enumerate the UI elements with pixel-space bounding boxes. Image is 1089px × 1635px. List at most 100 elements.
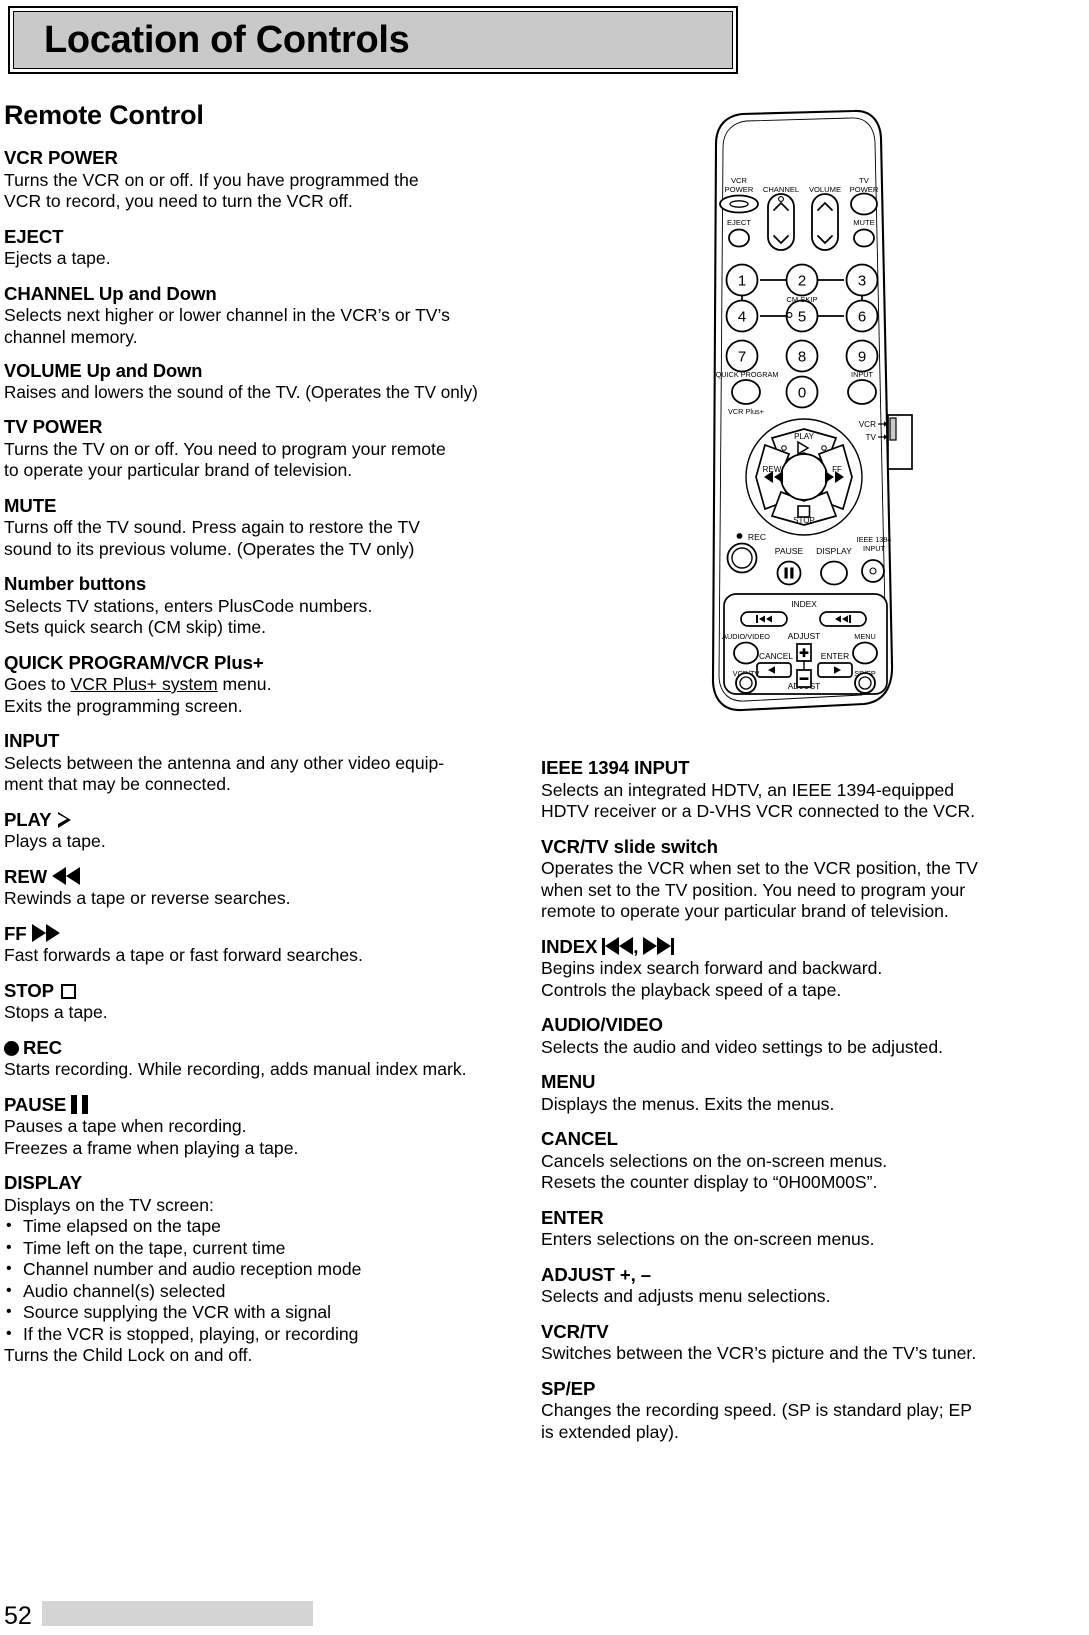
body-line: Turns the Child Lock on and off. xyxy=(4,1345,253,1365)
fast-forward-double-right-triangle-icon xyxy=(31,923,46,942)
body-line: Selects the audio and video settings to … xyxy=(541,1036,944,1057)
entry-title: CHANNEL Up and Down xyxy=(4,282,217,304)
body-line: Selects between the antenna and any othe… xyxy=(4,752,445,773)
index-separator: , xyxy=(633,935,644,957)
sp-ep-button-inner xyxy=(858,676,872,690)
body-line: to operate your particular brand of tele… xyxy=(4,460,353,480)
body-line: Stops a tape. xyxy=(4,1002,108,1022)
input-button[interactable] xyxy=(847,379,877,405)
pause-button[interactable] xyxy=(776,560,802,586)
label-adjust-top: ADJUST xyxy=(788,631,821,641)
body-line: Sets quick search (CM skip) time. xyxy=(4,617,267,637)
entry-enter: ENTER Enters selections on the on-screen… xyxy=(541,1207,1071,1251)
entry-body: Selects between the antenna and any othe… xyxy=(4,753,524,796)
label-enter: ENTER xyxy=(821,651,849,661)
entry-play: PLAY Plays a tape. xyxy=(4,809,524,853)
body-line: when set to the TV position. You need to… xyxy=(541,879,966,900)
quick-program-vcr-plus-button[interactable] xyxy=(731,379,761,405)
entry-body: Selects an integrated HDTV, an IEEE 1394… xyxy=(541,780,1071,823)
body-line: Selects next higher or lower channel in … xyxy=(4,305,450,325)
label-display: DISPLAY xyxy=(816,546,852,556)
label-input: INPUT xyxy=(851,370,873,379)
number-label-9: 9 xyxy=(858,349,866,366)
body-line: Pauses a tape when recording. xyxy=(4,1116,247,1136)
entry-title-text: REW xyxy=(4,865,48,887)
pause-bar-right-icon xyxy=(790,567,794,579)
entry-body: Starts recording. While recording, adds … xyxy=(4,1059,524,1081)
body-line: sound to its previous volume. (Operates … xyxy=(4,538,415,559)
tv-power-button[interactable] xyxy=(850,192,878,216)
body-line: HDTV receiver or a D-VHS VCR connected t… xyxy=(541,801,976,821)
body-line: Resets the counter display to “0H00M00S”… xyxy=(541,1172,878,1192)
list-item: Time elapsed on the tape xyxy=(4,1215,524,1238)
entry-title: SP/EP xyxy=(541,1377,596,1399)
label-quick-program: QUICK PROGRAM xyxy=(716,370,779,379)
body-line: Turns the TV on or off. You need to prog… xyxy=(4,438,446,459)
entry-title-text: PAUSE xyxy=(4,1093,67,1115)
entry-body: Turns the TV on or off. You need to prog… xyxy=(4,439,524,482)
mute-button[interactable] xyxy=(853,228,875,248)
play-right-dot-icon xyxy=(821,445,827,451)
index-forward-bar-icon xyxy=(671,937,675,955)
body-line: Cancels selections on the on-screen menu… xyxy=(541,1150,888,1171)
entry-body: Changes the recording speed. (SP is stan… xyxy=(541,1400,1071,1443)
vcr-tv-slide-switch-knob[interactable] xyxy=(889,417,897,441)
body-line: Raises and lowers the sound of the TV. (… xyxy=(4,382,478,402)
entry-title: AUDIO/VIDEO xyxy=(541,1014,663,1035)
label-menu: MENU xyxy=(854,632,876,641)
list-item: Channel number and audio reception mode xyxy=(4,1258,524,1281)
entry-eject: EJECT Ejects a tape. xyxy=(4,226,524,270)
entry-adjust: ADJUST +, – Selects and adjusts menu sel… xyxy=(541,1264,1071,1308)
list-item: Source supplying the VCR with a signal xyxy=(4,1301,524,1324)
entry-title: MUTE xyxy=(4,494,57,516)
entry-vcr-tv: VCR/TV Switches between the VCR’s pictur… xyxy=(541,1321,1071,1365)
eject-button[interactable] xyxy=(728,228,750,248)
entry-body: Selects the audio and video settings to … xyxy=(541,1037,1071,1059)
page-title-banner: Location of Controls xyxy=(8,6,738,74)
channel-indicator-dot-icon xyxy=(778,196,784,202)
rewind-double-left-triangle-icon xyxy=(52,866,67,885)
number-label-8: 8 xyxy=(798,349,806,366)
label-vcr-plus: VCR Plus+ xyxy=(728,407,764,416)
display-button[interactable] xyxy=(820,560,848,586)
entry-title-text: REC xyxy=(23,1036,62,1058)
page-title: Location of Controls xyxy=(44,19,410,61)
entry-title: ADJUST +, – xyxy=(541,1263,651,1285)
entry-rec: REC Starts recording. While recording, a… xyxy=(4,1037,524,1081)
entry-title: TV POWER xyxy=(4,416,103,437)
pause-bar-second-icon xyxy=(82,1094,89,1114)
entry-rew: REW Rewinds a tape or reverse searches. xyxy=(4,866,524,910)
label-ieee-1394-line1: IEEE 1394 xyxy=(857,535,892,544)
ieee-1394-input-jack-icon xyxy=(869,567,877,575)
audio-video-button[interactable] xyxy=(733,641,759,665)
entry-quick-program-vcr-plus: QUICK PROGRAM/VCR Plus+ Goes to VCR Plus… xyxy=(4,652,524,718)
label-volume: VOLUME xyxy=(809,185,841,194)
body-line: Turns off the TV sound. Press again to r… xyxy=(4,517,420,537)
menu-button[interactable] xyxy=(852,641,878,665)
body-line: Begins index search forward and backward… xyxy=(541,958,883,978)
body-line: Controls the playback speed of a tape. xyxy=(541,979,842,1000)
label-rec: REC xyxy=(748,532,766,542)
entry-ff: FF Fast forwards a tape or fast forward … xyxy=(4,923,524,967)
right-column: IEEE 1394 INPUT Selects an integrated HD… xyxy=(541,757,1071,1443)
entry-body: Enters selections on the on-screen menus… xyxy=(541,1229,1071,1251)
entry-body: Selects next higher or lower channel in … xyxy=(4,305,524,348)
body-line: Enters selections on the on-screen menus… xyxy=(541,1229,875,1249)
label-slide-vcr: VCR xyxy=(859,420,876,429)
entry-body: Stops a tape. xyxy=(4,1002,524,1024)
pause-bar-left-icon xyxy=(784,567,788,579)
list-item: Time left on the tape, current time xyxy=(4,1237,524,1260)
vcr-plus-system-link[interactable]: VCR Plus+ system xyxy=(71,674,218,694)
body-line: channel memory. xyxy=(4,326,138,347)
entry-title: EJECT xyxy=(4,225,64,247)
page-title-banner-inner: Location of Controls xyxy=(13,11,733,69)
label-vcr-power-line2: POWER xyxy=(725,185,754,194)
body-line: Ejects a tape. xyxy=(4,248,111,268)
label-ieee-1394-line2: INPUT xyxy=(863,544,885,553)
body-line: Selects TV stations, enters PlusCode num… xyxy=(4,595,373,616)
entry-title: CANCEL xyxy=(541,1128,618,1149)
entry-volume-up-down: VOLUME Up and Down Raises and lowers the… xyxy=(4,360,524,403)
entry-display: DISPLAY Displays on the TV screen: Time … xyxy=(4,1172,524,1367)
body-line: Selects and adjusts menu selections. xyxy=(541,1286,831,1306)
minus-icon xyxy=(799,677,809,680)
